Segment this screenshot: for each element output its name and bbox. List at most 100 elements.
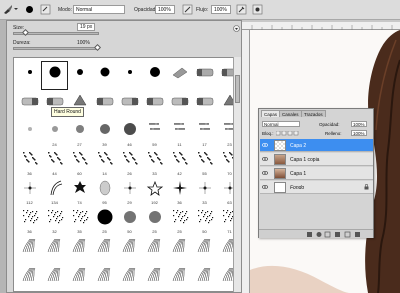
- brush-tip-cell[interactable]: [167, 265, 192, 291]
- brush-tip-cell[interactable]: 26: [117, 149, 142, 176]
- layer-action-icons[interactable]: [259, 230, 373, 239]
- chevron-down-icon[interactable]: [14, 7, 18, 11]
- brush-tip-cell[interactable]: [192, 91, 217, 118]
- brush-panel-toggle-icon[interactable]: [40, 4, 51, 15]
- opacity-field[interactable]: 100%: [155, 5, 175, 14]
- pressure-opacity-icon[interactable]: [182, 4, 193, 15]
- scrollbar-thumb[interactable]: [235, 75, 240, 103]
- brush-tip-cell[interactable]: 29: [117, 178, 142, 205]
- brush-tip-cell[interactable]: 11: [167, 120, 192, 147]
- hardness-slider[interactable]: [13, 47, 99, 50]
- brush-tip-cell[interactable]: 33: [142, 149, 167, 176]
- brush-tip-cell[interactable]: 112: [17, 178, 42, 205]
- brush-tip-cell[interactable]: 42: [167, 149, 192, 176]
- brush-tool-icon[interactable]: [2, 4, 13, 15]
- brush-tip-cell[interactable]: [167, 91, 192, 118]
- brush-tip-cell[interactable]: [67, 236, 92, 263]
- hardness-value[interactable]: 100%: [77, 40, 90, 46]
- brush-tip-cell[interactable]: 24: [42, 120, 67, 147]
- brush-tip-cell[interactable]: [92, 236, 117, 263]
- brush-tip-cell[interactable]: [17, 91, 42, 118]
- brush-tip-cell[interactable]: [167, 62, 192, 89]
- panel-menu-icon[interactable]: [233, 25, 240, 32]
- brush-tip-cell[interactable]: [17, 62, 42, 89]
- mode-select[interactable]: Normal: [73, 5, 125, 14]
- lock-icons[interactable]: [275, 130, 300, 136]
- brush-tip-cell[interactable]: [42, 265, 67, 291]
- brush-tip-cell[interactable]: [17, 236, 42, 263]
- brush-tip-cell[interactable]: [192, 265, 217, 291]
- brush-tip-cell[interactable]: 32: [42, 207, 67, 234]
- brush-size-label: 29: [127, 200, 132, 205]
- eye-icon[interactable]: [261, 185, 269, 189]
- brush-tip-cell[interactable]: [192, 62, 217, 89]
- brush-tip-cell[interactable]: 25: [167, 207, 192, 234]
- brush-tip-icon: [20, 121, 40, 141]
- brush-tip-cell[interactable]: [67, 265, 92, 291]
- brush-tip-cell[interactable]: 14: [92, 149, 117, 176]
- brush-tip-cell[interactable]: 134: [42, 178, 67, 205]
- brush-tip-cell[interactable]: [17, 265, 42, 291]
- tab-channels[interactable]: Canales: [279, 110, 302, 117]
- brush-tip-cell[interactable]: 25: [142, 207, 167, 234]
- flow-field[interactable]: 100%: [211, 5, 231, 14]
- fill-field[interactable]: 100%: [351, 130, 367, 136]
- brush-size-label: 11: [177, 142, 182, 147]
- brush-tip-cell[interactable]: 44: [42, 149, 67, 176]
- brush-tip-cell[interactable]: 60: [67, 149, 92, 176]
- layer-row[interactable]: Capa 2: [260, 139, 373, 152]
- brush-tip-cell[interactable]: 27: [67, 120, 92, 147]
- brush-tip-cell[interactable]: 55: [192, 149, 217, 176]
- brush-tip-cell[interactable]: 25: [92, 207, 117, 234]
- brush-tip-cell[interactable]: [117, 62, 142, 89]
- brush-tip-cell[interactable]: [142, 91, 167, 118]
- brush-tip-cell[interactable]: [142, 236, 167, 263]
- airbrush-icon[interactable]: [236, 4, 247, 15]
- brush-tip-cell[interactable]: 46: [117, 120, 142, 147]
- brush-tip-cell[interactable]: 33: [192, 178, 217, 205]
- eye-icon[interactable]: [261, 171, 269, 175]
- brush-tip-cell[interactable]: [17, 120, 42, 147]
- brush-tip-cell[interactable]: [92, 62, 117, 89]
- brush-tip-cell[interactable]: 59: [142, 120, 167, 147]
- brush-tip-cell[interactable]: [117, 265, 142, 291]
- brush-tip-cell[interactable]: 36: [17, 207, 42, 234]
- layer-row[interactable]: Capa 1: [260, 167, 373, 180]
- layer-row[interactable]: Fondo: [260, 181, 373, 194]
- brush-size-label: 32: [52, 229, 57, 234]
- tab-paths[interactable]: Trazados: [301, 110, 326, 117]
- brush-tip-icon: [95, 179, 115, 199]
- layer-row[interactable]: Capa 1 copia: [260, 153, 373, 166]
- brush-tip-cell[interactable]: 50: [192, 207, 217, 234]
- blend-mode-select[interactable]: Normal: [262, 121, 300, 127]
- tab-layers[interactable]: Capas: [261, 110, 281, 117]
- brush-tip-cell[interactable]: [41, 61, 68, 90]
- brush-tip-cell[interactable]: [117, 236, 142, 263]
- brush-tip-cell[interactable]: [142, 265, 167, 291]
- pressure-size-icon[interactable]: [252, 4, 263, 15]
- brush-tip-cell[interactable]: 36: [167, 178, 192, 205]
- brush-tip-cell[interactable]: 192: [142, 178, 167, 205]
- brush-preset-icon[interactable]: [24, 4, 35, 15]
- brush-tip-cell[interactable]: [42, 236, 67, 263]
- brush-tip-cell[interactable]: 35: [67, 207, 92, 234]
- brush-tip-cell[interactable]: 50: [117, 207, 142, 234]
- brush-tip-cell[interactable]: 95: [92, 178, 117, 205]
- brush-tip-cell[interactable]: 74: [67, 178, 92, 205]
- brush-tip-cell[interactable]: 17: [192, 120, 217, 147]
- brush-tip-cell[interactable]: 39: [92, 120, 117, 147]
- eye-icon[interactable]: [261, 143, 269, 147]
- brush-tip-cell[interactable]: [167, 236, 192, 263]
- brush-tip-cell[interactable]: [92, 91, 117, 118]
- brush-tip-cell[interactable]: [67, 62, 92, 89]
- brush-tip-cell[interactable]: [192, 236, 217, 263]
- size-field[interactable]: 19 px: [77, 23, 96, 31]
- eye-icon[interactable]: [261, 157, 269, 161]
- layer-opacity-field[interactable]: 100%: [351, 121, 367, 127]
- brush-tip-cell[interactable]: 36: [17, 149, 42, 176]
- brush-tip-icon: [20, 150, 40, 170]
- brush-tip-cell[interactable]: [117, 91, 142, 118]
- brush-tip-cell[interactable]: [142, 62, 167, 89]
- brush-tip-cell[interactable]: [92, 265, 117, 291]
- brush-grid-scrollbar[interactable]: [233, 57, 241, 292]
